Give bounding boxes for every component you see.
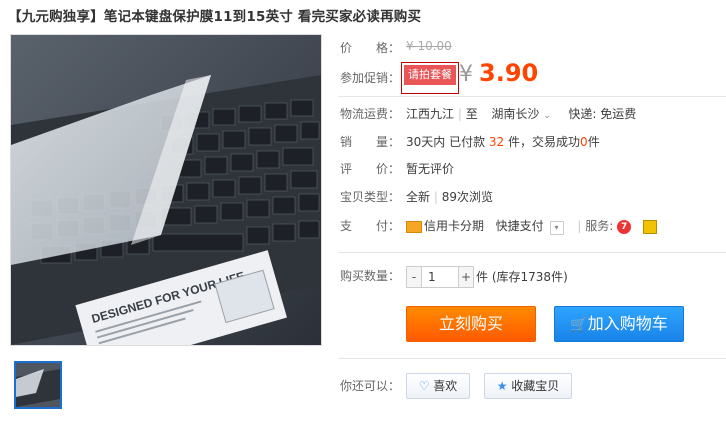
cart-icon: 🛒 [570,317,588,333]
sales-count: 32 [488,135,505,149]
like-label: 喜欢 [433,379,458,393]
credit-card-icon [406,220,422,233]
review-value[interactable]: 暂无评价 [406,160,454,177]
guarantee-icon[interactable] [642,219,657,234]
sales-info: 30天内 已付款 32 件，交易成功0件 [406,133,600,150]
sales-success: 0 [580,135,588,149]
item-condition: 全新 [406,190,431,204]
add-to-cart-label: 加入购物车 [587,314,668,333]
review-label: 评 价： [340,162,401,176]
star-icon: ★ [496,379,508,393]
promo-label: 参加促销： [340,71,401,85]
section-divider [338,358,726,359]
quantity-minus-button[interactable]: - [407,267,421,287]
payment-credit[interactable]: 信用卡分期 [424,219,484,233]
like-button[interactable]: ♡ 喜欢 [406,373,470,399]
quantity-unit: 件 [476,270,489,284]
add-to-cart-button[interactable]: 🛒加入购物车 [554,306,684,342]
quantity-label: 购买数量： [340,269,401,283]
item-views: 89次浏览 [441,190,493,204]
item-type-label: 宝贝类型： [340,190,401,204]
sales-prefix: 30天内 已付款 [406,135,486,149]
quantity-plus-button[interactable]: + [459,267,473,287]
product-title: 【九元购独享】笔记本键盘保护膜11到15英寸 看完买家必读再购买 [8,9,422,25]
price-label: 价 格： [340,41,401,55]
social-label: 你还可以： [340,379,401,393]
sales-label: 销 量： [340,135,401,149]
product-main-image[interactable]: DESIGNED FOR YOUR LIFE [10,34,322,346]
stock-info: 件 (库存1738件) [476,267,568,287]
chevron-down-icon[interactable]: ⌄ [543,111,551,121]
product-thumbnail[interactable] [14,361,62,409]
payment-express[interactable]: 快捷支付 [496,219,544,233]
item-type-info: 全新 | 89次浏览 [406,190,493,204]
sales-suffix: 件 [587,135,600,149]
promo-currency: ¥ [459,62,473,87]
shipping-sep: 至 [465,107,478,121]
sales-mid: 件，交易成功 [508,135,581,149]
original-price: ¥ 10.00 [406,39,452,53]
chevron-down-icon[interactable]: ▾ [549,221,564,235]
shipping-from: 江西九江 [406,107,455,121]
service-label: 服务: [585,219,614,233]
keyboard-photo: DESIGNED FOR YOUR LIFE [11,35,321,345]
seven-day-return-icon[interactable]: 7 [617,219,632,234]
promo-tag-text: 请拍套餐 [404,65,456,85]
stock-count: (库存1738件) [491,270,568,284]
section-divider [338,96,726,97]
buy-now-button[interactable]: 立刻购买 [406,306,536,342]
payment-label: 支 付： [340,219,401,233]
quantity-stepper[interactable]: - 1 + [406,266,474,288]
shipping-method: 快递: 免运费 [568,107,637,121]
heart-icon: ♡ [418,379,430,393]
favorite-label: 收藏宝贝 [511,379,560,393]
favorite-button[interactable]: ★ 收藏宝贝 [484,373,572,399]
shipping-label: 物流运费： [340,107,401,121]
promo-tag[interactable]: 请拍套餐 [401,62,459,94]
shipping-info: 江西九江 | 至 湖南长沙 ⌄ 快递: 免运费 [406,107,637,121]
shipping-destination[interactable]: 湖南长沙 [491,107,539,121]
thumbnail-image [16,363,60,407]
promo-price: 3.90 [479,59,539,87]
payment-info: 信用卡分期 快捷支付 ▾ | 服务: 7 [406,217,657,235]
section-divider [338,252,726,253]
quantity-input[interactable]: 1 [421,267,459,287]
